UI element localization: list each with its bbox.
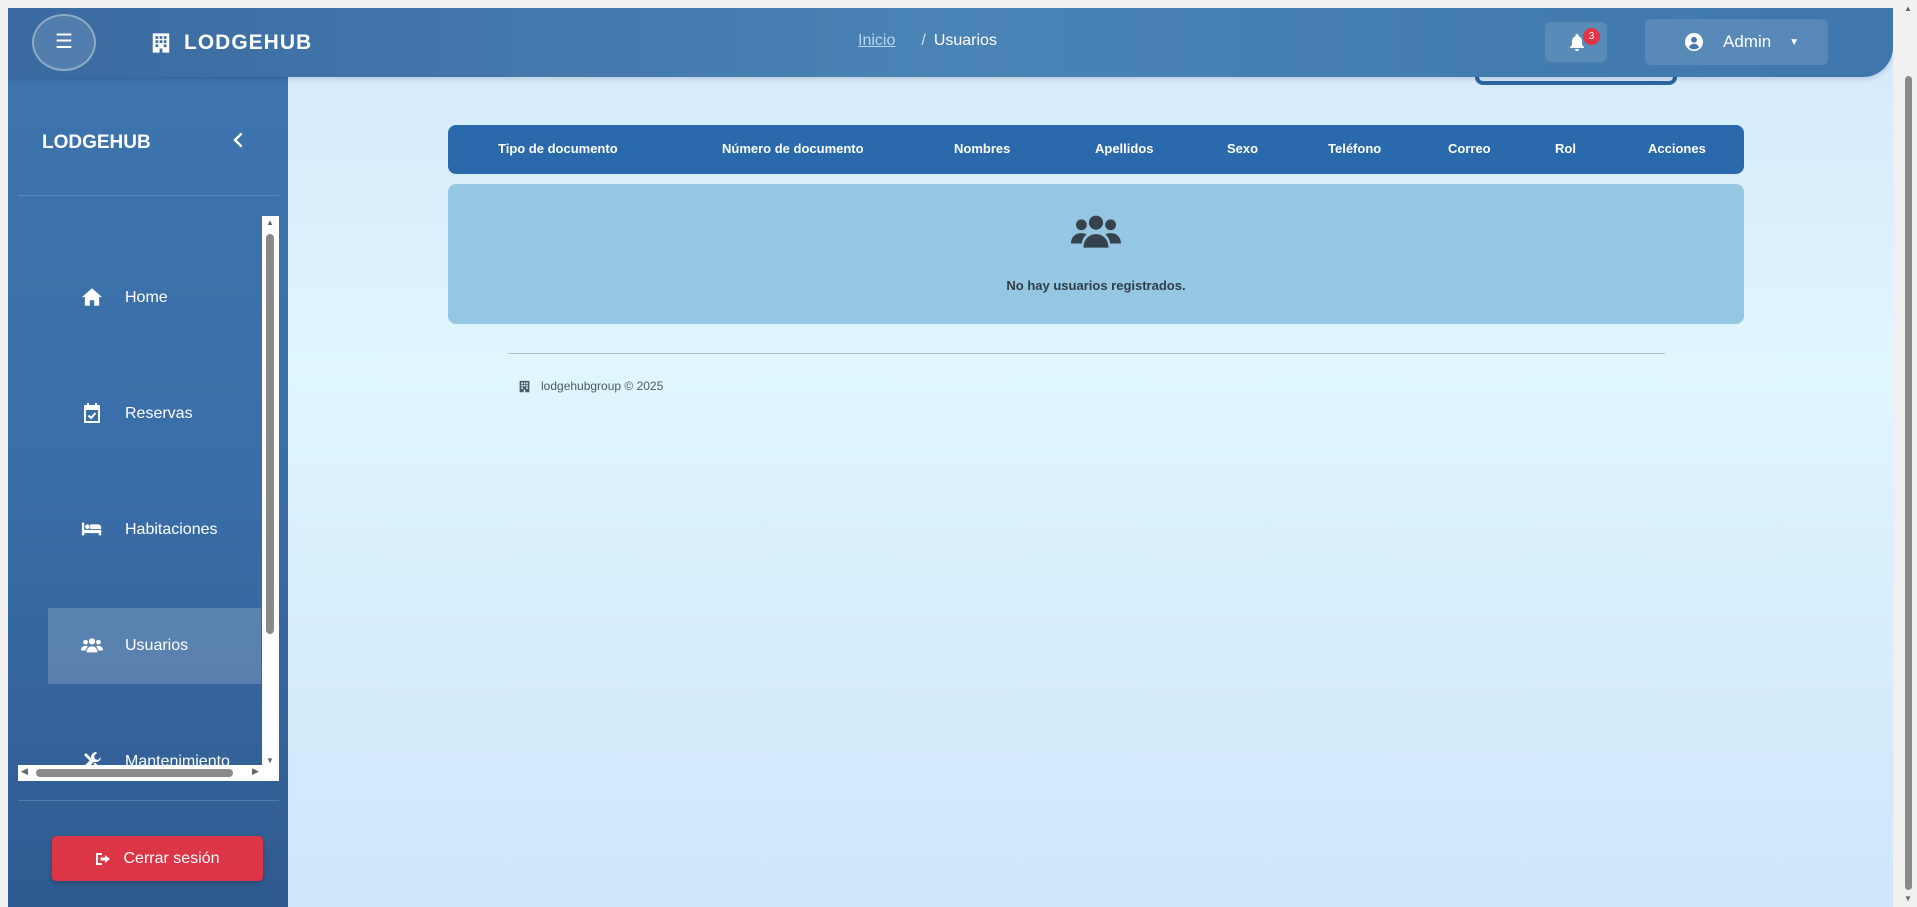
sidebar-item-label: Reservas	[125, 405, 193, 422]
menu-toggle-button[interactable]: ☰	[32, 14, 96, 71]
empty-state-message: No hay usuarios registrados.	[1006, 278, 1186, 293]
sidebar-item-usuarios[interactable]: Usuarios	[48, 608, 261, 684]
brand[interactable]: LODGEHUB	[150, 28, 312, 58]
scroll-down-arrow-icon[interactable]: ▼	[1904, 894, 1912, 903]
sign-out-icon	[96, 852, 111, 865]
notification-count-badge: 3	[1583, 28, 1600, 45]
column-header-telefono: Teléfono	[1328, 141, 1382, 156]
column-header-correo: Correo	[1448, 141, 1491, 156]
hamburger-icon: ☰	[55, 31, 73, 53]
user-name: Admin	[1723, 32, 1772, 51]
footer: lodgehubgroup © 2025	[518, 379, 663, 393]
breadcrumb-separator: /	[921, 32, 926, 49]
sidebar-title: LODGEHUB	[42, 132, 151, 153]
logout-label: Cerrar sesión	[123, 849, 220, 867]
top-navbar: ☰ LODGEHUB Inicio / Usuarios 3 Admin ▼	[8, 8, 1893, 77]
sidebar-horizontal-scrollbar[interactable]: ◀ ▶	[18, 765, 279, 781]
sidebar-item-home[interactable]: Home	[48, 260, 261, 336]
sidebar-divider	[18, 195, 279, 196]
scroll-down-arrow-icon[interactable]: ▼	[266, 756, 274, 765]
footer-text: lodgehubgroup © 2025	[541, 379, 664, 393]
sidebar-item-label: Usuarios	[125, 637, 189, 654]
notifications-button[interactable]: 3	[1545, 22, 1607, 62]
building-icon	[152, 33, 170, 53]
brand-name: LODGEHUB	[184, 31, 313, 54]
sidebar-item-label: Habitaciones	[125, 521, 218, 538]
column-header-sexo: Sexo	[1227, 141, 1259, 156]
home-icon	[79, 287, 105, 309]
sidebar-collapse-button[interactable]	[226, 126, 250, 156]
scrollbar-thumb[interactable]	[1905, 76, 1912, 890]
scrollbar-thumb[interactable]	[266, 234, 274, 634]
scroll-left-arrow-icon[interactable]: ◀	[21, 766, 28, 777]
user-circle-icon	[1685, 33, 1703, 51]
calendar-check-icon	[79, 403, 105, 425]
chevron-left-icon	[233, 132, 243, 148]
building-icon	[519, 380, 530, 392]
window-scrollbar[interactable]: ▲ ▼	[1900, 0, 1917, 907]
column-header-rol: Rol	[1555, 141, 1576, 156]
column-header-apellidos: Apellidos	[1095, 141, 1154, 156]
scrollbar-thumb[interactable]	[36, 769, 233, 777]
empty-state: No hay usuarios registrados.	[448, 184, 1744, 324]
sidebar: LODGEHUB Home Reservas Habitaciones Usua…	[8, 77, 288, 907]
users-icon	[1071, 215, 1121, 248]
bed-icon	[79, 519, 105, 541]
scroll-up-arrow-icon[interactable]: ▲	[1904, 4, 1912, 13]
sidebar-item-label: Home	[125, 289, 168, 306]
caret-down-icon: ▼	[1789, 36, 1800, 48]
scroll-up-arrow-icon[interactable]: ▲	[266, 218, 274, 227]
column-header-numero-documento: Número de documento	[722, 141, 864, 156]
sidebar-vertical-scrollbar[interactable]: ▲ ▼	[262, 216, 279, 781]
app-page: ☰ LODGEHUB Inicio / Usuarios 3 Admin ▼ L…	[8, 8, 1893, 907]
sidebar-divider	[18, 800, 279, 801]
users-icon	[79, 635, 105, 657]
column-header-tipo-documento: Tipo de documento	[498, 141, 618, 156]
scroll-right-arrow-icon[interactable]: ▶	[252, 766, 259, 777]
sidebar-item-reservas[interactable]: Reservas	[48, 376, 261, 452]
sidebar-item-habitaciones[interactable]: Habitaciones	[48, 492, 261, 568]
breadcrumb-home-link[interactable]: Inicio	[858, 32, 895, 50]
logout-button[interactable]: Cerrar sesión	[52, 836, 263, 881]
column-header-acciones: Acciones	[1648, 141, 1706, 156]
breadcrumb: Inicio / Usuarios	[858, 32, 997, 50]
footer-divider	[508, 353, 1665, 354]
column-header-nombres: Nombres	[954, 141, 1011, 156]
sidebar-nav: Home Reservas Habitaciones Usuarios Mant…	[18, 216, 279, 781]
users-table-header: Tipo de documento Número de documento No…	[448, 125, 1744, 174]
user-menu-button[interactable]: Admin ▼	[1645, 19, 1828, 65]
breadcrumb-current: Usuarios	[933, 32, 997, 49]
